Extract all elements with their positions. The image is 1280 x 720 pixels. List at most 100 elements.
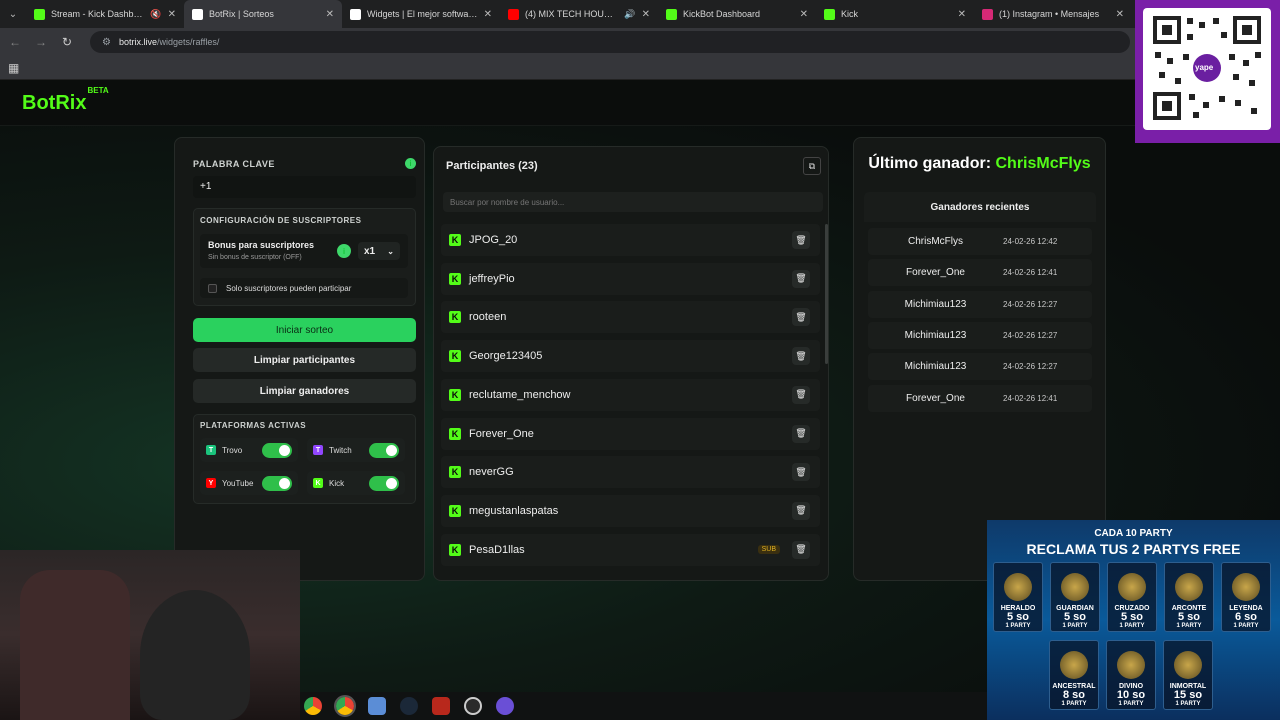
delete-participant-icon[interactable]: 🗑 bbox=[792, 231, 810, 249]
steam-icon[interactable] bbox=[400, 697, 418, 715]
tab-title: BotRix | Sorteos bbox=[209, 9, 274, 19]
platform-toggle[interactable] bbox=[262, 442, 292, 458]
participant-row: KneverGG 🗑 bbox=[441, 456, 820, 489]
close-tab-icon[interactable]: ✕ bbox=[1116, 9, 1124, 20]
participants-title: Participantes (23) bbox=[446, 160, 538, 172]
promo-line2: RECLAMA TUS 2 PARTYS FREE bbox=[1026, 541, 1241, 557]
platform-label: Twitch bbox=[329, 445, 352, 455]
rank-qty: 1 PARTY bbox=[1175, 701, 1201, 707]
rank-emblem-icon bbox=[1117, 651, 1145, 679]
rank-card: INMORTAL 15 so 1 PARTY bbox=[1163, 640, 1213, 710]
winner-row: Forever_One 24-02-26 12:41 bbox=[868, 384, 1092, 412]
delete-participant-icon[interactable]: 🗑 bbox=[792, 347, 810, 366]
delete-participant-icon[interactable]: 🗑 bbox=[792, 385, 810, 404]
participant-row: K JPOG_20 🗑 bbox=[441, 224, 820, 256]
tab-favicon-icon bbox=[192, 8, 203, 20]
site-info-icon[interactable]: ⚙ bbox=[102, 37, 111, 48]
participant-row: K George123405 🗑 bbox=[441, 340, 820, 373]
multiplier-value: x1 bbox=[364, 245, 376, 257]
muted-icon[interactable]: 🔇 bbox=[150, 9, 161, 20]
logo-text: BotRix bbox=[22, 92, 87, 114]
delete-participant-icon[interactable]: 🗑 bbox=[792, 269, 810, 288]
delete-participant-icon[interactable]: 🗑 bbox=[792, 463, 810, 482]
dota-icon[interactable] bbox=[432, 697, 450, 715]
platform-toggle[interactable] bbox=[369, 442, 399, 458]
trovo-icon: T bbox=[206, 445, 216, 455]
youtube-icon: Y bbox=[206, 478, 216, 488]
bonus-status: Sin bonus de suscriptor (OFF) bbox=[208, 254, 302, 261]
participant-row: K Forever_One 🗑 bbox=[441, 417, 820, 450]
url-bar[interactable]: ⚙ botrix.live/widgets/raffles/ bbox=[90, 31, 1130, 53]
chrome-active-icon[interactable] bbox=[334, 695, 356, 717]
subs-only-checkbox[interactable] bbox=[208, 283, 217, 293]
browser-tab[interactable]: KickBot Dashboard ✕ bbox=[658, 0, 816, 28]
delete-participant-icon[interactable]: 🗑 bbox=[792, 308, 810, 327]
clear-winners-button[interactable]: Limpiar ganadores bbox=[193, 379, 416, 403]
winner-row: Michimiau123 24-02-26 12:27 bbox=[868, 290, 1092, 318]
rank-price: 6 so bbox=[1234, 611, 1257, 623]
tab-favicon-icon bbox=[350, 8, 361, 20]
kick-icon: K bbox=[449, 504, 461, 517]
participant-scrollbar[interactable] bbox=[825, 224, 828, 364]
tab-favicon-icon bbox=[34, 8, 45, 20]
browser-tab[interactable]: BotRix | Sorteos ✕ bbox=[184, 0, 342, 28]
bonus-title: Bonus para suscriptores bbox=[208, 240, 315, 250]
bonus-info-icon[interactable]: i bbox=[337, 244, 351, 258]
close-tab-icon[interactable]: ✕ bbox=[642, 9, 650, 20]
platform-toggle[interactable] bbox=[369, 475, 399, 491]
rank-card: CRUZADO 5 so 1 PARTY bbox=[1107, 562, 1157, 632]
rank-qty: 1 PARTY bbox=[1062, 623, 1088, 629]
botrix-logo[interactable]: BotRixBETA bbox=[22, 86, 109, 115]
rank-card: GUARDIAN 5 so 1 PARTY bbox=[1050, 562, 1100, 632]
bonus-multiplier-select[interactable]: x1 ⌄ bbox=[358, 242, 400, 260]
info-icon[interactable]: i bbox=[405, 158, 416, 169]
close-tab-icon[interactable]: ✕ bbox=[484, 9, 492, 20]
forward-icon[interactable]: → bbox=[34, 35, 48, 49]
tab-strip: Stream - Kick Dashboard 🔇 ✕ BotRix | Sorteo… bbox=[26, 0, 1132, 28]
rank-card: HERALDO 5 so 1 PARTY bbox=[993, 562, 1043, 632]
rank-qty: 1 PARTY bbox=[1061, 701, 1087, 707]
winner-name: Michimiau123 bbox=[904, 298, 967, 310]
discord-icon[interactable] bbox=[496, 697, 514, 715]
rank-emblem-icon bbox=[1060, 651, 1088, 679]
close-tab-icon[interactable]: ✕ bbox=[958, 9, 966, 20]
start-raffle-button[interactable]: Iniciar sorteo bbox=[193, 318, 416, 342]
close-tab-icon[interactable]: ✕ bbox=[168, 9, 176, 20]
browser-tab[interactable]: (4) MIX TECH HOUSE 2020 🔊 ✕ bbox=[500, 0, 658, 28]
clear-participants-button[interactable]: Limpiar participantes bbox=[193, 348, 416, 372]
obs-icon[interactable] bbox=[464, 697, 482, 715]
close-tab-icon[interactable]: ✕ bbox=[326, 9, 334, 20]
rank-card: ARCONTE 5 so 1 PARTY bbox=[1164, 562, 1214, 632]
rank-price: 5 so bbox=[1177, 611, 1200, 623]
close-tab-icon[interactable]: ✕ bbox=[800, 9, 808, 20]
browser-tab[interactable]: Widgets | El mejor software par ✕ bbox=[342, 0, 500, 28]
chrome-icon[interactable] bbox=[304, 697, 322, 715]
browser-tab[interactable]: Kick ✕ bbox=[816, 0, 974, 28]
browser-tab[interactable]: (1) Instagram • Mensajes ✕ bbox=[974, 0, 1132, 28]
browser-tab[interactable]: Stream - Kick Dashboard 🔇 ✕ bbox=[26, 0, 184, 28]
platform-toggle[interactable] bbox=[262, 475, 292, 491]
promo-line1: CADA 10 PARTY bbox=[1094, 528, 1173, 539]
apps-grid-icon[interactable]: ▦ bbox=[8, 61, 19, 75]
rank-emblem-icon bbox=[1174, 651, 1202, 679]
winner-name: Michimiau123 bbox=[904, 361, 967, 373]
copy-icon[interactable]: ⧉ bbox=[803, 157, 821, 175]
tab-search-chevron-icon[interactable]: ⌄ bbox=[0, 0, 26, 28]
delete-participant-icon[interactable]: 🗑 bbox=[792, 501, 810, 520]
browser-tab-bar: ⌄ Stream - Kick Dashboard 🔇 ✕ BotRix | Sort… bbox=[0, 0, 1280, 28]
audio-icon[interactable]: 🔊 bbox=[624, 9, 635, 20]
kick-icon: K bbox=[449, 466, 461, 479]
reload-icon[interactable]: ↻ bbox=[60, 35, 74, 49]
winner-date: 24-02-26 12:41 bbox=[1003, 393, 1058, 403]
rank-price: 15 so bbox=[1173, 689, 1203, 701]
back-icon[interactable]: ← bbox=[8, 35, 22, 49]
delete-participant-icon[interactable]: 🗑 bbox=[792, 424, 810, 443]
subs-only-row: Solo suscriptores pueden participar bbox=[200, 278, 408, 298]
keyword-input[interactable]: +1 bbox=[193, 176, 416, 198]
rank-card: ANCESTRAL 8 so 1 PARTY bbox=[1049, 640, 1099, 710]
participant-search-input[interactable] bbox=[443, 192, 823, 212]
streamer-silhouette bbox=[140, 590, 250, 720]
delete-participant-icon[interactable]: 🗑 bbox=[792, 540, 810, 559]
platform-trovo: T Trovo bbox=[200, 438, 298, 462]
calculator-icon[interactable] bbox=[368, 697, 386, 715]
